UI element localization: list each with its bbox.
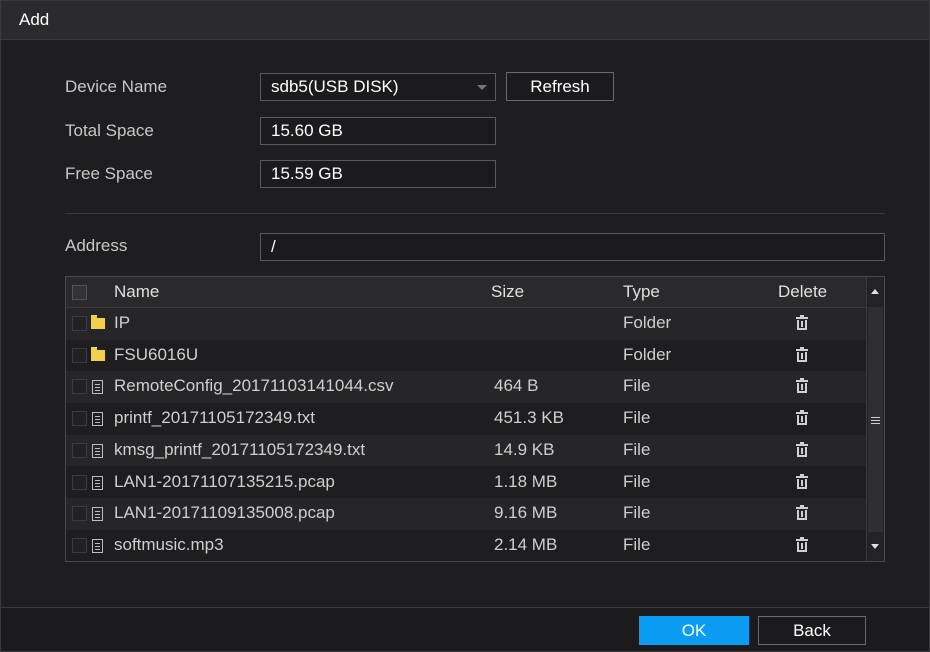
free-space-label: Free Space bbox=[65, 164, 153, 183]
total-space-label: Total Space bbox=[65, 121, 154, 140]
row-name: printf_20171105172349.txt bbox=[114, 408, 316, 428]
row-checkbox[interactable] bbox=[72, 347, 87, 363]
row-name: IP bbox=[114, 313, 131, 332]
row-checkbox[interactable] bbox=[72, 316, 87, 331]
row-name: RemoteConfig_20171103141044.csv bbox=[114, 376, 394, 396]
device-name-value: sdb5(USB DISK) bbox=[271, 77, 399, 96]
table-row[interactable]: printf_20171105172349.txt 451.3 KB File bbox=[66, 403, 866, 435]
row-checkbox[interactable] bbox=[72, 474, 87, 490]
file-icon bbox=[92, 443, 103, 458]
row-name: kmsg_printf_20171105172349.txt bbox=[114, 439, 366, 459]
table-row[interactable]: LAN1-20171107135215.pcap 1.18 MB File bbox=[66, 467, 866, 499]
row-checkbox[interactable] bbox=[72, 442, 87, 458]
trash-icon[interactable] bbox=[796, 346, 808, 362]
free-space-field: 15.59 GB bbox=[260, 160, 496, 188]
grip-icon bbox=[871, 417, 880, 418]
row-type: File bbox=[623, 408, 651, 428]
row-checkbox[interactable] bbox=[72, 537, 87, 553]
file-icon bbox=[92, 538, 103, 553]
header-size[interactable]: Size bbox=[491, 282, 524, 302]
folder-icon bbox=[91, 315, 105, 329]
device-name-select[interactable]: sdb5(USB DISK) bbox=[260, 73, 496, 101]
add-dialog: Add Device Name sdb5(USB DISK) Refresh T… bbox=[0, 0, 930, 652]
row-size: 9.16 MB bbox=[494, 503, 558, 523]
row-checkbox[interactable] bbox=[72, 506, 87, 522]
vertical-scrollbar[interactable] bbox=[866, 277, 884, 561]
dialog-title: Add bbox=[19, 10, 50, 29]
trash-icon[interactable] bbox=[796, 536, 808, 552]
row-type: File bbox=[623, 376, 651, 396]
table-row[interactable]: softmusic.mp3 2.14 MB File bbox=[66, 530, 866, 561]
trash-icon[interactable] bbox=[796, 315, 808, 330]
row-type: File bbox=[623, 503, 651, 523]
folder-icon bbox=[91, 346, 105, 361]
trash-icon[interactable] bbox=[796, 378, 808, 394]
title-bar: Add bbox=[1, 1, 929, 40]
scroll-down-icon[interactable] bbox=[871, 544, 879, 549]
address-label: Address bbox=[65, 236, 128, 255]
file-icon bbox=[92, 412, 103, 427]
header-delete: Delete bbox=[778, 282, 828, 301]
row-size: 1.18 MB bbox=[494, 471, 558, 491]
table-header: Name Size Type Delete bbox=[66, 277, 866, 308]
row-size: 2.14 MB bbox=[494, 534, 558, 554]
row-name: LAN1-20171107135215.pcap bbox=[114, 471, 335, 491]
select-all-checkbox[interactable] bbox=[72, 285, 87, 300]
row-name: softmusic.mp3 bbox=[114, 534, 224, 554]
row-checkbox[interactable] bbox=[72, 411, 87, 427]
refresh-button[interactable]: Refresh bbox=[506, 72, 614, 101]
trash-icon[interactable] bbox=[796, 441, 808, 457]
file-table: Name Size Type Delete IP Folder FSU6016U Fo… bbox=[65, 276, 885, 562]
trash-icon[interactable] bbox=[796, 410, 808, 426]
row-size: 14.9 KB bbox=[494, 439, 555, 459]
header-type[interactable]: Type bbox=[623, 282, 660, 302]
trash-icon[interactable] bbox=[796, 505, 808, 521]
scrollbar-thumb[interactable] bbox=[868, 307, 883, 532]
section-divider bbox=[65, 213, 885, 214]
row-type: File bbox=[623, 534, 651, 554]
row-type: File bbox=[623, 439, 651, 459]
table-row[interactable]: RemoteConfig_20171103141044.csv 464 B File bbox=[66, 371, 866, 404]
row-type: File bbox=[623, 471, 651, 491]
file-icon bbox=[92, 475, 103, 490]
dialog-footer: OK Back bbox=[1, 607, 929, 651]
header-name[interactable]: Name bbox=[114, 282, 159, 302]
back-button[interactable]: Back bbox=[758, 616, 866, 645]
row-type: Folder bbox=[623, 344, 672, 364]
row-name: FSU6016U bbox=[114, 344, 199, 364]
ok-button[interactable]: OK bbox=[639, 616, 749, 645]
row-type: Folder bbox=[623, 313, 672, 332]
device-name-label: Device Name bbox=[65, 77, 168, 96]
chevron-down-icon bbox=[477, 85, 487, 90]
scroll-up-icon[interactable] bbox=[871, 289, 879, 294]
row-size: 464 B bbox=[494, 376, 539, 396]
row-checkbox[interactable] bbox=[72, 379, 87, 395]
trash-icon[interactable] bbox=[796, 473, 808, 489]
row-size: 451.3 KB bbox=[494, 408, 564, 428]
table-row[interactable]: FSU6016U Folder bbox=[66, 340, 866, 372]
table-row[interactable]: IP Folder bbox=[66, 308, 866, 340]
table-row[interactable]: kmsg_printf_20171105172349.txt 14.9 KB Fil… bbox=[66, 434, 866, 467]
file-icon bbox=[92, 380, 103, 395]
row-name: LAN1-20171109135008.pcap bbox=[114, 503, 335, 523]
file-icon bbox=[92, 507, 103, 522]
address-field[interactable]: / bbox=[260, 233, 885, 261]
table-row[interactable]: LAN1-20171109135008.pcap 9.16 MB File bbox=[66, 498, 866, 530]
total-space-field: 15.60 GB bbox=[260, 117, 496, 145]
